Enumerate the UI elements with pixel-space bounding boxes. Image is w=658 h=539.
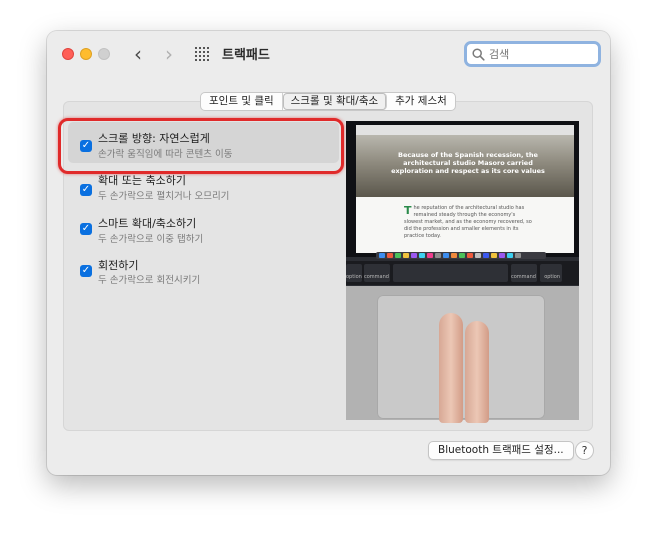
search-field[interactable] bbox=[464, 41, 601, 67]
rotate-subtitle: 두 손가락으로 회전시키기 bbox=[98, 275, 201, 286]
zoom-in-out-title: 확대 또는 축소하기 bbox=[98, 174, 186, 187]
rotate-title: 회전하기 bbox=[98, 259, 139, 272]
key-space bbox=[393, 264, 508, 282]
title-bar: ‹ › 트랙패드 bbox=[47, 31, 610, 77]
close-window-button[interactable] bbox=[62, 48, 74, 60]
tab-bar: 포인트 및 클릭 스크롤 및 확대/축소 추가 제스처 bbox=[200, 92, 456, 111]
preview-laptop-screen: Because of the Spanish recession, the ar… bbox=[346, 121, 579, 259]
bluetooth-trackpad-setup-button[interactable]: Bluetooth 트랙패드 설정... bbox=[428, 441, 574, 460]
zoom-in-out-checkbox[interactable]: ✓ bbox=[80, 184, 92, 196]
preview-finger-left bbox=[439, 313, 463, 423]
minimize-window-button[interactable] bbox=[80, 48, 92, 60]
key-command-right: command bbox=[511, 264, 537, 282]
preview-dock bbox=[376, 252, 546, 259]
preview-article-text: The reputation of the architectural stud… bbox=[404, 205, 534, 240]
zoom-in-out-subtitle: 두 손가락으로 펼치거나 오므리기 bbox=[98, 191, 230, 202]
preview-trackpad bbox=[377, 295, 545, 423]
show-all-grid-icon[interactable] bbox=[195, 47, 209, 61]
tab-point-and-click[interactable]: 포인트 및 클릭 bbox=[201, 93, 283, 110]
preview-finger-right bbox=[465, 321, 489, 423]
key-option-left: option bbox=[346, 264, 362, 282]
rotate-checkbox[interactable]: ✓ bbox=[80, 265, 92, 277]
search-input[interactable] bbox=[489, 45, 589, 63]
preview-browser-toolbar bbox=[356, 125, 574, 135]
window-title: 트랙패드 bbox=[222, 48, 270, 63]
search-icon bbox=[472, 48, 485, 61]
smart-zoom-checkbox[interactable]: ✓ bbox=[80, 223, 92, 235]
preview-headline: Because of the Spanish recession, the ar… bbox=[391, 151, 545, 175]
smart-zoom-title: 스마트 확대/축소하기 bbox=[98, 217, 197, 230]
preview-browser-window: Because of the Spanish recession, the ar… bbox=[356, 125, 574, 253]
preview-keyboard: option command command option bbox=[346, 261, 579, 285]
tab-scroll-and-zoom[interactable]: 스크롤 및 확대/축소 bbox=[282, 93, 388, 110]
preferences-window: ‹ › 트랙패드 포인트 및 클릭 스크롤 및 확대/축소 추가 제스처 ✓ 스… bbox=[47, 31, 610, 475]
forward-chevron-icon[interactable]: › bbox=[159, 43, 179, 65]
tab-more-gestures[interactable]: 추가 제스처 bbox=[387, 93, 455, 110]
zoom-window-button[interactable] bbox=[98, 48, 110, 60]
key-option-right: option bbox=[540, 264, 562, 282]
preview-drop-cap: T bbox=[404, 204, 412, 217]
preview-body: he reputation of the architectural studi… bbox=[404, 205, 532, 239]
preview-hero-image: Because of the Spanish recession, the ar… bbox=[356, 135, 574, 197]
annotation-highlight-ring bbox=[58, 118, 344, 174]
back-chevron-icon[interactable]: ‹ bbox=[128, 43, 148, 65]
smart-zoom-subtitle: 두 손가락으로 이중 탭하기 bbox=[98, 234, 204, 245]
help-button[interactable]: ? bbox=[575, 441, 594, 460]
key-command-left: command bbox=[364, 264, 390, 282]
